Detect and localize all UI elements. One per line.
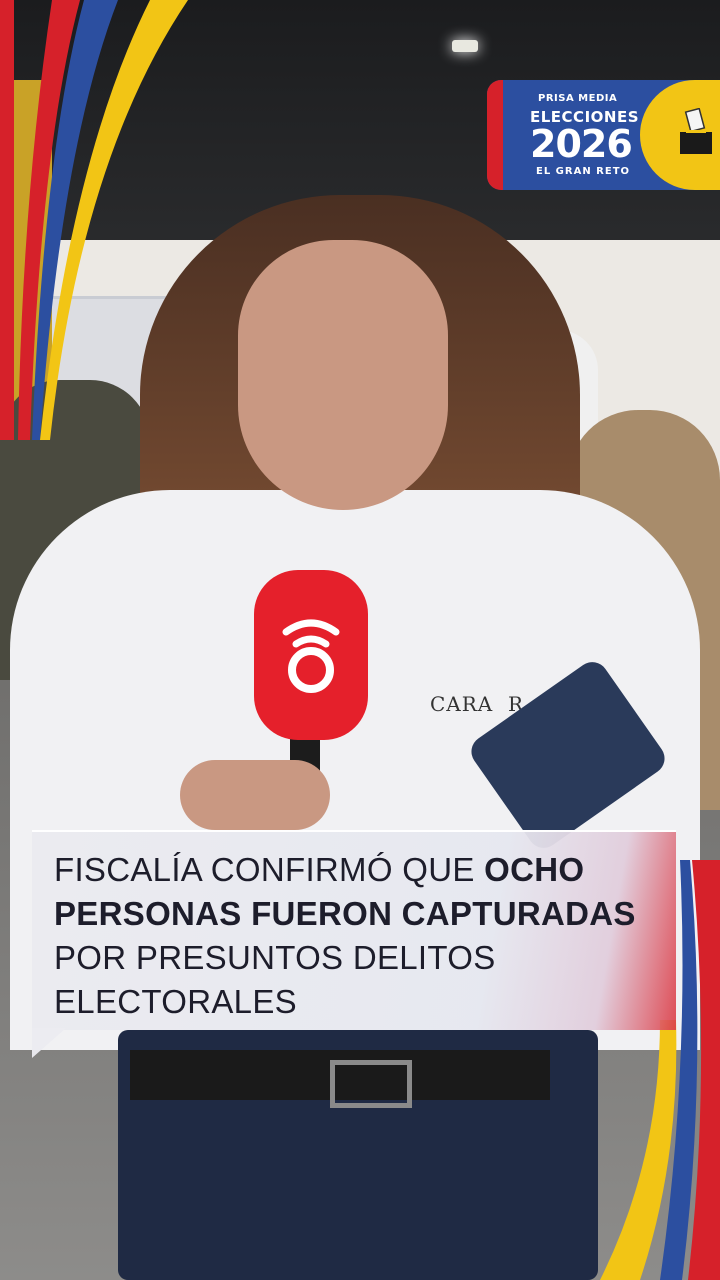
- caption-tail: [32, 1028, 66, 1058]
- caracol-radio-logo-icon: [268, 610, 354, 696]
- badge-year: 2026: [530, 122, 633, 166]
- ceiling-light: [452, 40, 478, 52]
- badge-red-strip: [487, 80, 503, 190]
- caption-part-3: POR PRESUNTOS DELITOS ELECTORALES: [54, 939, 496, 1020]
- ballot-box-icon: [680, 108, 712, 154]
- reporter-hand: [180, 760, 330, 830]
- news-caption: FISCALÍA CONFIRMÓ QUE OCHO PERSONAS FUER…: [32, 830, 676, 1030]
- badge-subtitle: EL GRAN RETO: [536, 166, 631, 177]
- flag-stripes-top-left: [0, 0, 188, 440]
- shirt-logo: CARA R: [430, 692, 525, 716]
- caption-part-1: FISCALÍA CONFIRMÓ QUE: [54, 851, 485, 888]
- video-frame: CARA R PRISA MEDIA ELECCIONES 2026 EL GR…: [0, 0, 720, 1280]
- belt-buckle: [330, 1060, 412, 1108]
- reporter-face: [238, 240, 448, 510]
- badge-brand: PRISA MEDIA: [538, 93, 618, 104]
- caption-text: FISCALÍA CONFIRMÓ QUE OCHO PERSONAS FUER…: [54, 848, 654, 1024]
